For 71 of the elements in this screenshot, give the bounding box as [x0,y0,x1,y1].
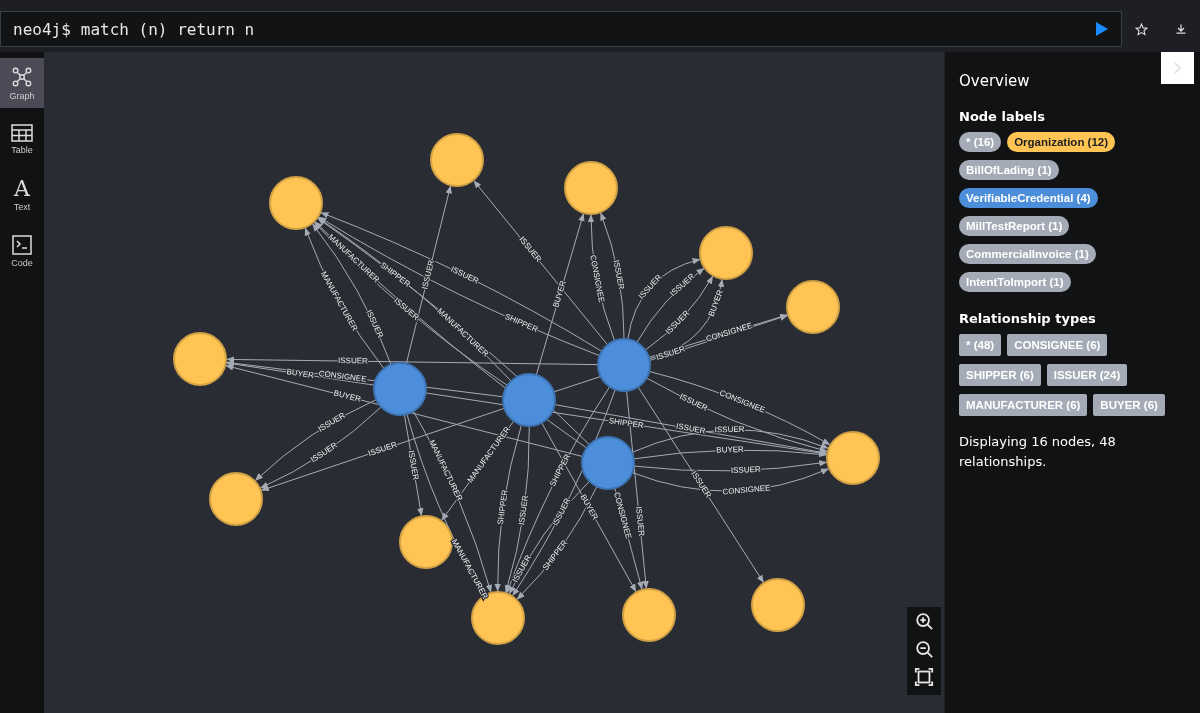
label-chip[interactable]: VerifiableCredential (4) [959,188,1098,208]
relationship-label: BUYER [286,367,315,381]
relationship-label: CONSIGNEE [722,483,771,497]
graph-node[interactable] [173,332,227,386]
relationship-label: CONSIGNEE [318,368,368,384]
graph-node[interactable] [564,161,618,215]
sidebar-tab[interactable]: A Text [0,170,44,220]
graph-node[interactable] [269,176,323,230]
label-chip[interactable]: CommercialInvoice (1) [959,244,1096,264]
graph-node[interactable] [373,362,427,416]
relationship-label: ISSUER [714,424,745,435]
graph-node[interactable] [502,373,556,427]
relationship-chip[interactable]: CONSIGNEE (6) [1007,334,1108,356]
graph-node[interactable] [399,515,453,569]
graph-node[interactable] [597,338,651,392]
relationship-label: ISSUER [337,356,368,366]
query-editor[interactable]: neo4j$ match (n) return n [0,11,1122,47]
download-icon[interactable] [1174,23,1187,35]
terminal-icon [12,234,32,255]
relationship-chip[interactable]: MANUFACTURER (6) [959,394,1088,416]
relationship-label: ISSUER [406,449,421,481]
graph-node[interactable] [430,133,484,187]
zoom-in-icon[interactable] [914,611,934,631]
graph-node[interactable] [209,472,263,526]
graph-node[interactable] [786,280,840,334]
prompt-text: neo4j$ [13,19,71,39]
section-heading: Relationship types [959,311,1096,326]
relationship-label: ISSUER [611,259,626,291]
sidebar-tab[interactable]: Graph [0,58,44,108]
label-chip[interactable]: Organization (12) [1007,132,1116,152]
relationship-label: ISSUER [517,494,531,526]
relationship-label: BUYER [551,279,568,309]
label-chip[interactable]: BillOfLading (1) [959,160,1059,180]
relationship-label: SHIPPER [495,489,510,526]
label-chip[interactable]: IntentToImport (1) [959,272,1071,292]
graph-node[interactable] [622,588,676,642]
chevron-icon [1173,62,1182,74]
graph-node[interactable] [581,436,635,490]
relationship-label: ISSUER [675,421,707,436]
zoom-out-icon[interactable] [914,639,934,659]
graph-node[interactable] [699,226,753,280]
query-text: match (n) return n [80,19,256,39]
tab-label: Table [11,144,33,155]
relationship-label: BUYER [332,388,362,404]
relationship-label: ISSUER [420,259,437,291]
table-icon [11,123,33,142]
relationship-chip[interactable]: BUYER (6) [1093,394,1165,416]
sidebar-tab[interactable]: Table [0,114,44,164]
section-heading: Node labels [959,109,1045,124]
text-icon: A [14,178,30,199]
tab-label: Graph [9,90,35,101]
relationship-label: BUYER [716,445,744,455]
relationship-label: ISSUER [730,464,761,476]
relationship-chip[interactable]: * (48) [959,334,1002,356]
graph-icon [11,65,33,88]
relationship-chip[interactable]: ISSUER (24) [1046,364,1128,386]
label-chip[interactable]: MillTestReport (1) [959,216,1070,236]
fit-icon[interactable] [914,667,934,687]
sidebar-tab[interactable]: Code [0,226,44,276]
summary-text: Displaying 16 nodes, 48 relationships. [959,433,1117,471]
label-chip[interactable]: * (16) [959,132,1002,152]
panel-title: Overview [959,72,1030,90]
graph-node[interactable] [751,578,805,632]
tab-label: Code [11,257,33,268]
star-icon[interactable] [1135,22,1148,36]
play-icon[interactable] [1095,21,1109,37]
relationship-label: ISSUER [634,506,646,537]
tab-label: Text [13,201,31,212]
relationship-chip[interactable]: SHIPPER (6) [959,364,1041,386]
relationship-label: SHIPPER [608,416,645,431]
graph-node[interactable] [826,431,880,485]
